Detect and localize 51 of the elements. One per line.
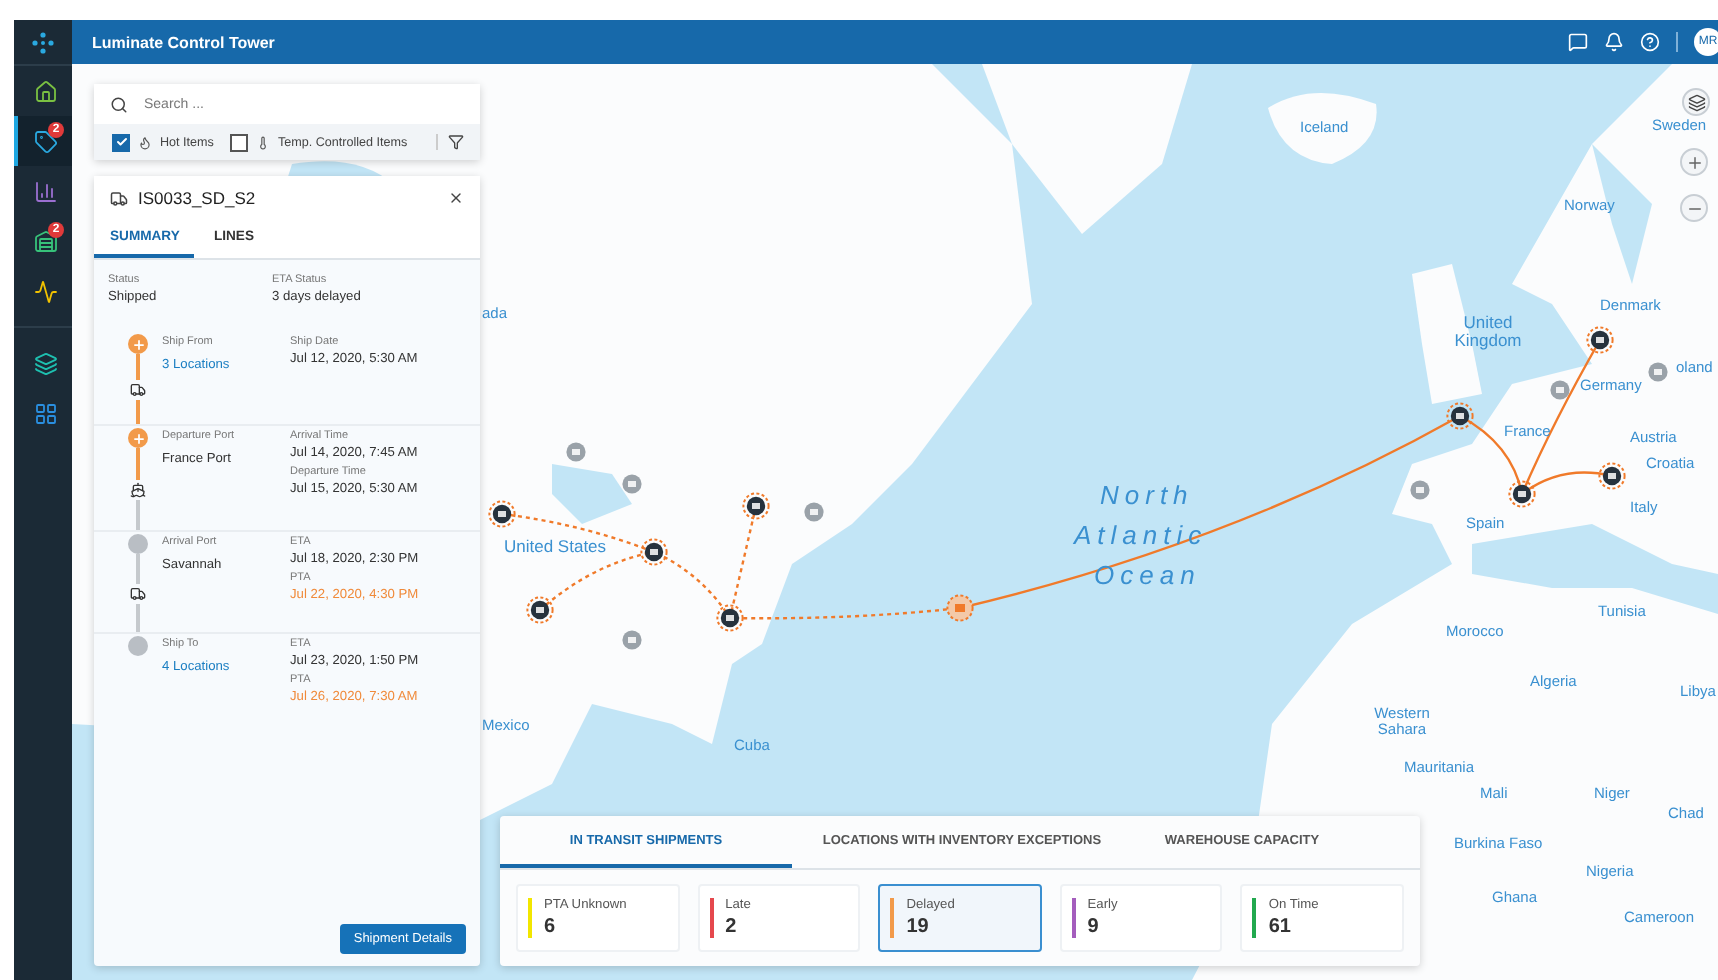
flame-icon — [138, 135, 152, 149]
warehouse-icon — [33, 229, 57, 253]
search-icon — [110, 95, 128, 113]
logo-icon — [32, 31, 54, 53]
pulse-icon — [33, 279, 57, 303]
chat-button[interactable] — [1568, 32, 1588, 52]
ocean-label: North — [1100, 480, 1194, 510]
location-pin-icon[interactable] — [1508, 480, 1536, 508]
home-icon — [33, 79, 57, 103]
thermometer-icon — [255, 135, 270, 149]
ocean-label: Ocean — [1094, 560, 1201, 590]
bar-chart-icon — [33, 179, 57, 203]
card-value: 19 — [906, 916, 931, 938]
layers-icon — [1687, 93, 1705, 111]
location-pin-icon[interactable] — [1586, 326, 1614, 354]
card-value: 9 — [1087, 916, 1101, 938]
chat-icon — [1568, 32, 1588, 52]
card-value: 61 — [1268, 916, 1293, 938]
filter-button[interactable] — [436, 134, 464, 150]
ocean-label: Atlantic — [1074, 520, 1208, 550]
layers-icon — [33, 351, 57, 375]
notifications-button[interactable] — [1604, 32, 1624, 52]
map-label: United States — [504, 538, 607, 556]
card-value: 6 — [544, 916, 558, 938]
location-pin-icon[interactable] — [640, 538, 668, 566]
location-pin-icon[interactable] — [1598, 462, 1626, 490]
location-pin-icon[interactable] — [526, 596, 554, 624]
truck-icon — [110, 189, 128, 207]
checkbox[interactable] — [229, 133, 248, 151]
truck-icon — [130, 585, 146, 601]
shipment-id: IS0033_SD_S2 — [138, 188, 258, 208]
vessel-marker-icon[interactable] — [946, 594, 974, 622]
ship-icon — [130, 481, 146, 497]
close-icon — [448, 190, 464, 206]
app-title: Luminate Control Tower — [92, 33, 277, 51]
plus-icon — [1685, 153, 1703, 171]
checkbox[interactable] — [112, 133, 130, 151]
location-pin-icon[interactable] — [742, 492, 770, 520]
truck-icon — [130, 381, 146, 397]
card-value: 2 — [725, 916, 739, 938]
filter-icon — [448, 134, 464, 150]
help-button[interactable] — [1640, 32, 1660, 52]
tag-icon — [33, 129, 57, 153]
help-icon — [1640, 32, 1660, 52]
close-button[interactable] — [448, 190, 464, 206]
location-pin-icon[interactable] — [716, 604, 744, 632]
map-label: United Kingdom — [1452, 314, 1524, 350]
bell-icon — [1604, 32, 1624, 52]
location-pin-icon[interactable] — [1446, 402, 1474, 430]
location-pin-icon[interactable] — [488, 500, 516, 528]
grid-icon — [33, 401, 57, 425]
